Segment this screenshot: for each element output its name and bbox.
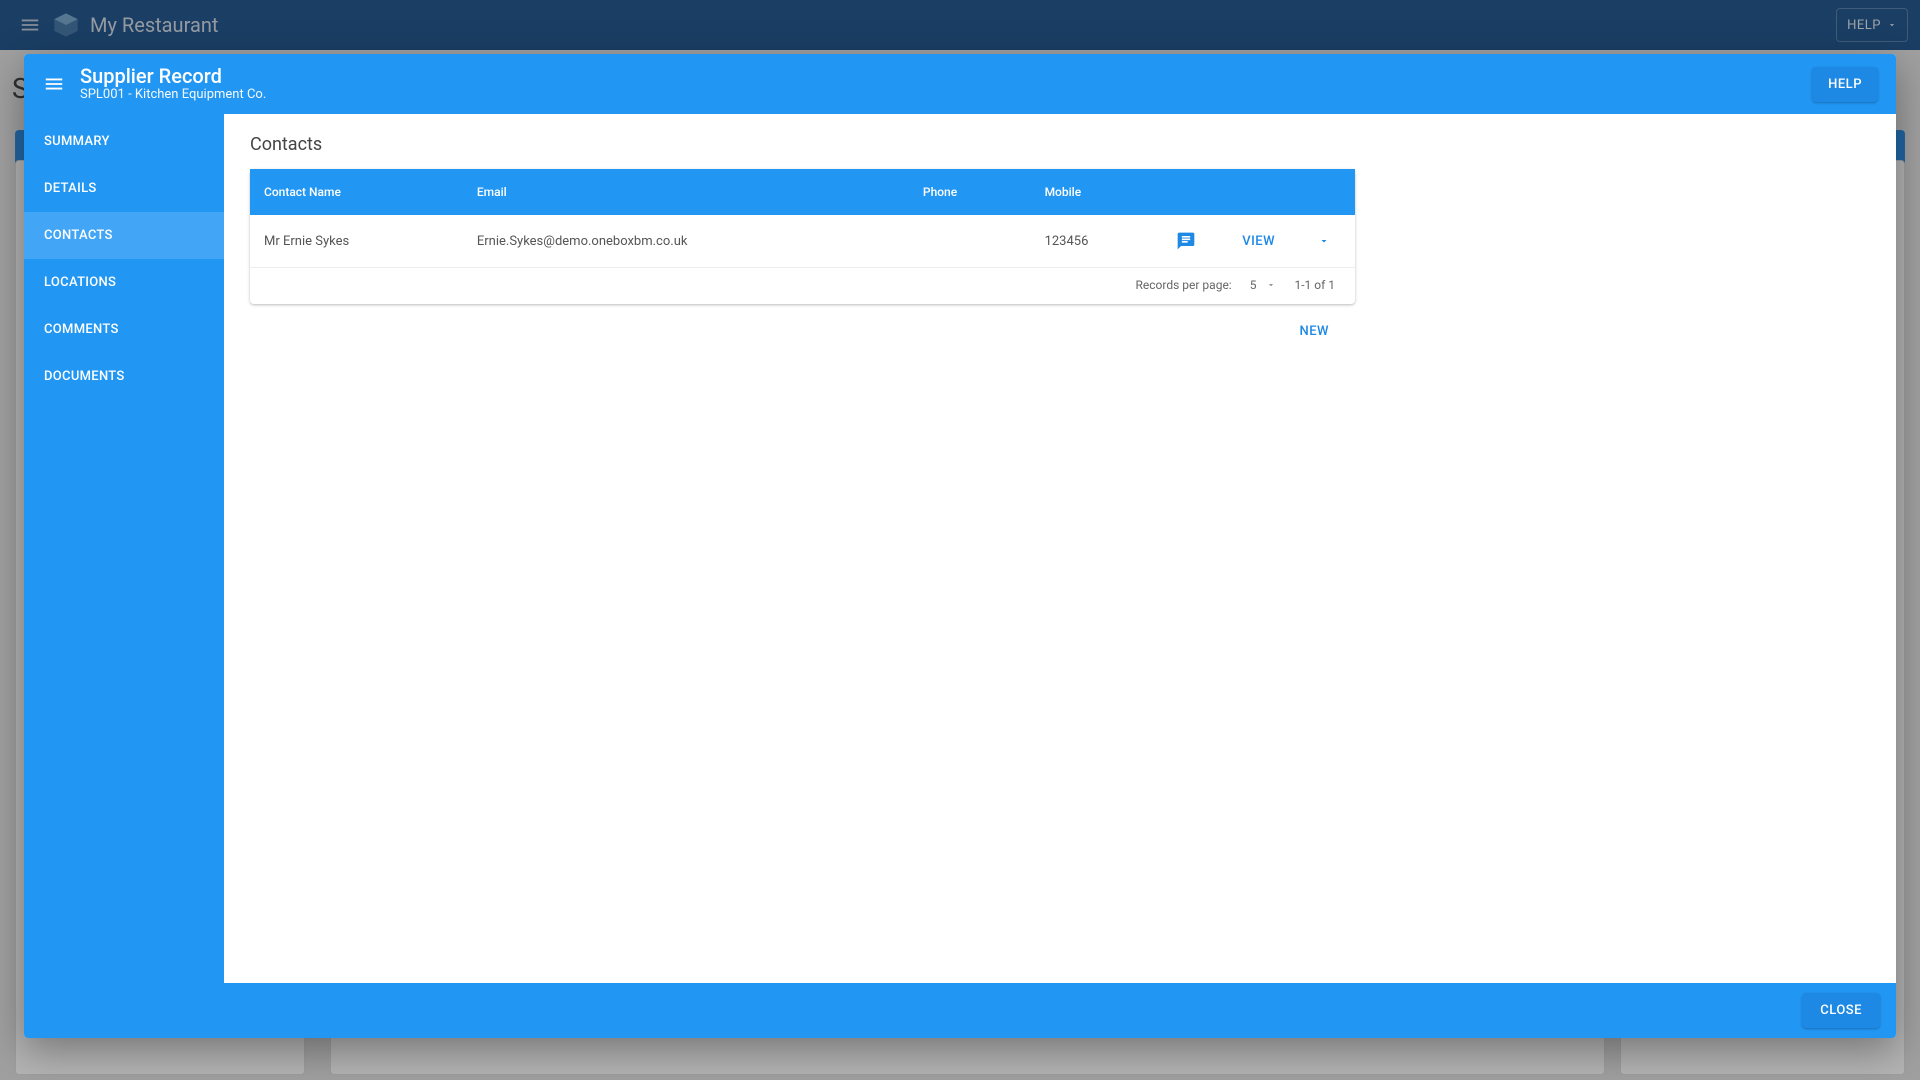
new-contact-button[interactable]: NEW bbox=[1289, 316, 1339, 347]
contacts-table: Contact Name Email Phone Mobile Mr Ernie… bbox=[250, 169, 1355, 268]
sidebar-item-comments[interactable]: COMMENTS bbox=[24, 306, 224, 353]
sidebar-item-summary[interactable]: SUMMARY bbox=[24, 118, 224, 165]
caret-down-icon bbox=[1318, 235, 1330, 247]
modal-help-button[interactable]: HELP bbox=[1812, 67, 1878, 102]
col-email: Email bbox=[463, 169, 909, 215]
cell-email: Ernie.Sykes@demo.oneboxbm.co.uk bbox=[463, 215, 909, 268]
cell-name: Mr Ernie Sykes bbox=[250, 215, 463, 268]
caret-down-icon bbox=[1266, 280, 1276, 290]
sidebar-item-documents[interactable]: DOCUMENTS bbox=[24, 353, 224, 400]
section-heading: Contacts bbox=[250, 134, 1870, 155]
sidebar-item-details[interactable]: DETAILS bbox=[24, 165, 224, 212]
table-pager: Records per page: 5 1-1 of 1 bbox=[250, 268, 1355, 304]
row-view-button[interactable]: VIEW bbox=[1242, 234, 1275, 249]
modal-menu-button[interactable] bbox=[34, 64, 74, 104]
sidebar-item-contacts[interactable]: CONTACTS bbox=[24, 212, 224, 259]
pager-pagesize-select[interactable]: 5 bbox=[1250, 278, 1277, 292]
modal-title: Supplier Record bbox=[80, 65, 266, 87]
contacts-table-card: Contact Name Email Phone Mobile Mr Ernie… bbox=[250, 169, 1355, 304]
col-mobile: Mobile bbox=[1031, 169, 1163, 215]
row-comment-button[interactable] bbox=[1162, 215, 1213, 268]
row-menu-button[interactable] bbox=[1304, 215, 1355, 268]
supplier-record-modal: Supplier Record SPL001 - Kitchen Equipme… bbox=[24, 54, 1896, 1038]
pager-pagesize-value: 5 bbox=[1250, 278, 1257, 292]
pager-label: Records per page: bbox=[1136, 278, 1232, 292]
modal-header: Supplier Record SPL001 - Kitchen Equipme… bbox=[24, 54, 1896, 114]
hamburger-icon bbox=[43, 73, 65, 95]
cell-mobile: 123456 bbox=[1031, 215, 1163, 268]
modal-subtitle: SPL001 - Kitchen Equipment Co. bbox=[80, 87, 266, 103]
table-row: Mr Ernie Sykes Ernie.Sykes@demo.oneboxbm… bbox=[250, 215, 1355, 268]
col-phone: Phone bbox=[909, 169, 1031, 215]
pager-range: 1-1 of 1 bbox=[1294, 278, 1335, 292]
col-contact-name: Contact Name bbox=[250, 169, 463, 215]
cell-phone bbox=[909, 215, 1031, 268]
sidebar-item-locations[interactable]: LOCATIONS bbox=[24, 259, 224, 306]
modal-footer: CLOSE bbox=[24, 983, 1896, 1038]
modal-content: Contacts Contact Name Email Phone Mobile bbox=[224, 114, 1896, 983]
modal-sidebar: SUMMARY DETAILS CONTACTS LOCATIONS COMME… bbox=[24, 114, 224, 983]
close-button[interactable]: CLOSE bbox=[1802, 993, 1880, 1028]
comment-icon bbox=[1176, 231, 1196, 251]
